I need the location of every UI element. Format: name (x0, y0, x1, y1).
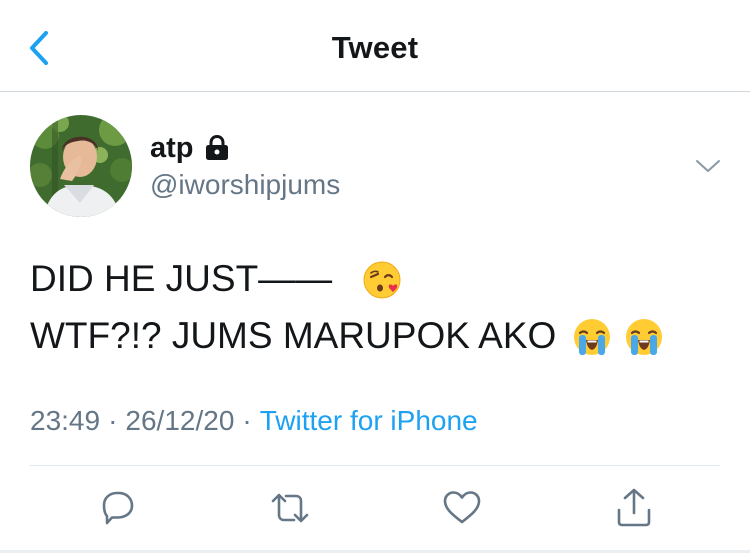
share-icon (617, 488, 651, 527)
avatar[interactable] (30, 115, 132, 217)
heart-icon (443, 491, 481, 524)
tweet-date: 26/12/20 (125, 405, 235, 436)
loudly-crying-face-icon (624, 316, 664, 356)
tweet-time: 23:49 (30, 405, 101, 436)
tweet-actions-bar (0, 486, 750, 530)
tweet-metadata: 23:49 · 26/12/20 · Twitter for iPhone (30, 405, 478, 437)
face-blowing-a-kiss-icon (362, 259, 402, 299)
tweet-text-line-2: WTF?!? JUMS MARUPOK AKO (30, 315, 557, 356)
tweet-text-line-1: DID HE JUST—— (30, 258, 333, 299)
meta-separator: · (242, 405, 252, 436)
chevron-down-icon (696, 160, 720, 172)
tweet-source-link[interactable]: Twitter for iPhone (260, 405, 478, 436)
share-button[interactable] (612, 486, 656, 530)
tweet-line-1: DID HE JUST—— (30, 250, 710, 307)
author-display-name: atp (150, 131, 194, 164)
tweet-line-2: WTF?!? JUMS MARUPOK AKO (30, 307, 710, 364)
meta-separator: · (108, 405, 118, 436)
author-name-row[interactable]: atp (150, 130, 231, 166)
page-title: Tweet (331, 30, 419, 65)
lock-icon (203, 134, 231, 162)
reply-icon (102, 491, 134, 525)
divider (30, 465, 720, 466)
loudly-crying-face-icon (572, 316, 612, 356)
profile-photo (30, 115, 132, 217)
retweet-button[interactable] (268, 486, 312, 530)
author-handle[interactable]: @iworshipjums (150, 169, 340, 201)
retweet-icon (271, 493, 309, 523)
reply-button[interactable] (96, 486, 140, 530)
more-options-button[interactable] (694, 155, 722, 177)
like-button[interactable] (440, 486, 484, 530)
tweet-body: DID HE JUST—— WTF?!? JUMS MARUPOK AKO (30, 250, 710, 364)
navigation-bar: Tweet (0, 0, 750, 92)
